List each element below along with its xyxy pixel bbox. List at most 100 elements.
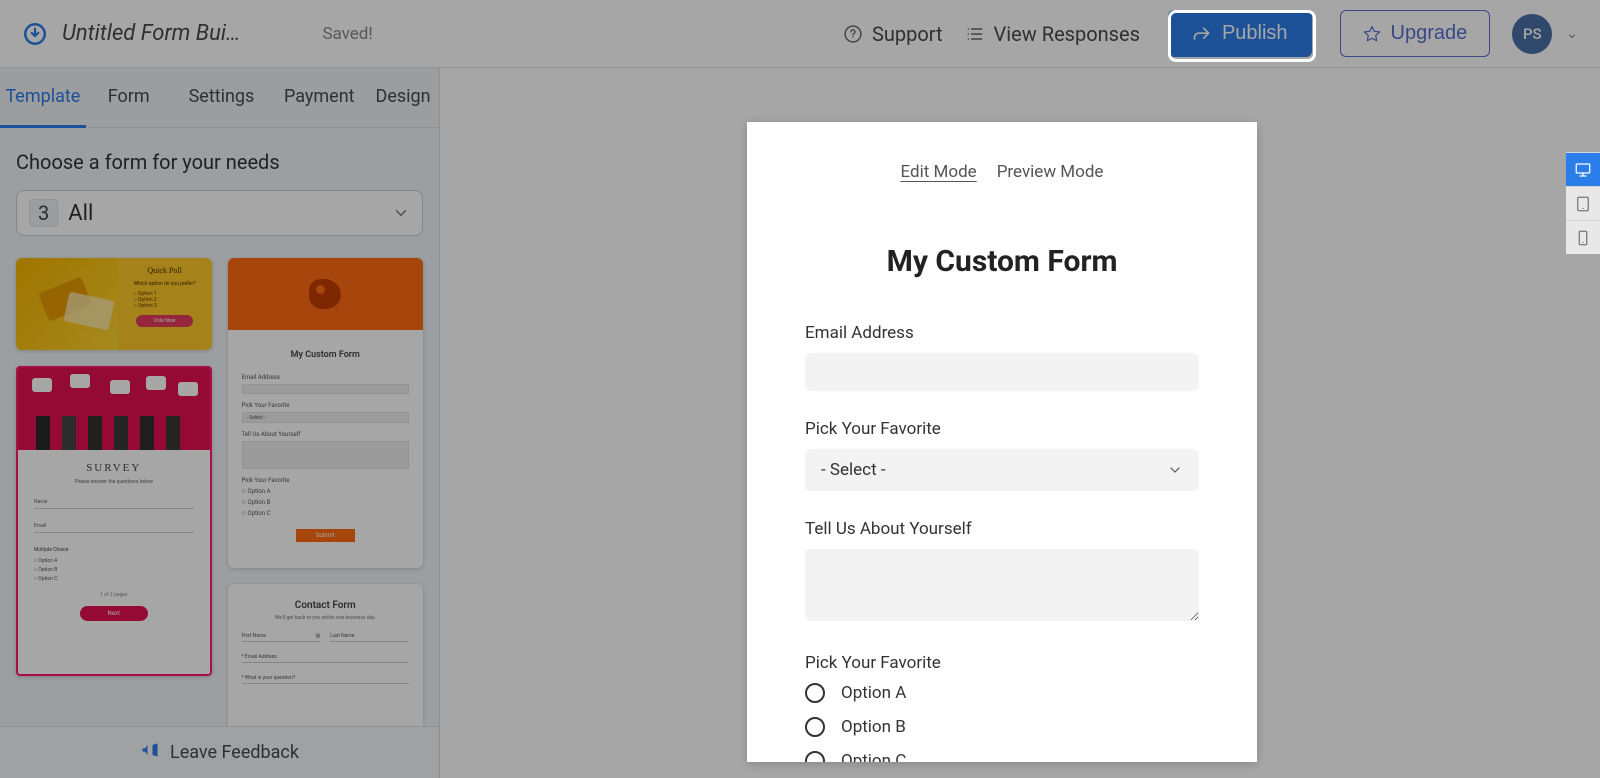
template-card-survey[interactable]: SURVEY Please answer the questions below… — [16, 366, 212, 676]
field-favorite-radio[interactable]: Pick Your Favorite Option A Option B Opt… — [805, 653, 1199, 762]
field-email[interactable]: Email Address — [805, 323, 1199, 391]
tmpl3-radio: Option C — [34, 576, 194, 582]
tmpl1-btn: Vote Now — [136, 315, 194, 327]
template-card-quickpoll[interactable]: Quick Poll Which option do you prefer? O… — [16, 258, 212, 350]
device-desktop[interactable] — [1566, 152, 1600, 186]
tmpl1-q: Which option do you prefer? — [134, 281, 196, 287]
tmpl1-opt: Option 3 — [134, 303, 157, 309]
field-email-label: Email Address — [805, 323, 1199, 343]
field-favorite-label: Pick Your Favorite — [805, 419, 1199, 439]
side-tabs: Template Form Settings Payment Design — [0, 68, 439, 128]
filter-count-badge: 3 — [29, 199, 58, 227]
field-about-label: Tell Us About Yourself — [805, 519, 1199, 539]
select-value: - Select - — [821, 460, 886, 480]
tmpl4-ln: Last Name — [330, 633, 409, 642]
tmpl2-lbl: Tell Us About Yourself — [242, 431, 410, 438]
tmpl3-page: 1 of 2 pages — [34, 592, 194, 598]
side-panel: Template Form Settings Payment Design Ch… — [0, 68, 440, 778]
tmpl3-fld: Name — [34, 499, 194, 509]
desktop-icon — [1574, 161, 1592, 179]
field-favorite2-label: Pick Your Favorite — [805, 653, 1199, 673]
device-switcher — [1566, 152, 1600, 254]
topbar: Untitled Form Bui… Saved! Support View R… — [0, 0, 1600, 68]
mode-edit[interactable]: Edit Mode — [901, 162, 977, 184]
tmpl1-title: Quick Poll — [147, 266, 181, 275]
template-panel: Choose a form for your needs 3 All Quick… — [0, 128, 439, 726]
chevron-down-icon — [392, 204, 410, 222]
mode-tabs: Edit Mode Preview Mode — [747, 162, 1257, 184]
form-canvas: Edit Mode Preview Mode My Custom Form Em… — [747, 122, 1257, 762]
tab-form[interactable]: Form — [86, 68, 172, 127]
tmpl4-fn: First Name — [242, 633, 266, 639]
form-title-editable[interactable]: Untitled Form Bui… — [62, 21, 240, 46]
tmpl2-sel: - Select - — [247, 415, 266, 421]
mode-preview[interactable]: Preview Mode — [997, 162, 1104, 184]
calendar-icon: ▦ — [316, 633, 321, 639]
tmpl3-fld: Email — [34, 523, 194, 533]
tab-payment[interactable]: Payment — [271, 68, 367, 127]
field-about-textarea[interactable] — [805, 549, 1199, 621]
radio-icon — [805, 751, 825, 762]
radio-label: Option C — [841, 751, 906, 762]
publish-highlight-inner: Publish — [1162, 4, 1318, 63]
radio-option-c[interactable]: Option C — [805, 751, 1199, 762]
template-filter-dropdown[interactable]: 3 All — [16, 190, 423, 236]
publish-button[interactable]: Publish — [1168, 10, 1312, 57]
tmpl2-radio: Option B — [242, 498, 410, 506]
radio-option-a[interactable]: Option A — [805, 683, 1199, 703]
app-logo-icon — [22, 21, 48, 47]
support-link[interactable]: Support — [843, 22, 943, 46]
tmpl2-radio: Option C — [242, 509, 410, 517]
megaphone-icon — [140, 740, 160, 765]
feedback-label: Leave Feedback — [170, 742, 299, 763]
tmpl4-email: * Email Address — [242, 654, 410, 663]
tmpl2-radio: Option A — [242, 487, 410, 495]
star-icon — [1363, 25, 1381, 43]
tmpl4-title: Contact Form — [242, 600, 410, 611]
tmpl4-sub: We'll get back to you within one busines… — [242, 615, 410, 621]
tablet-icon — [1574, 195, 1592, 213]
template-card-custom[interactable]: My Custom Form Email Address Pick Your F… — [228, 258, 424, 568]
tab-template[interactable]: Template — [0, 68, 86, 128]
form-heading[interactable]: My Custom Form — [747, 244, 1257, 279]
upgrade-button[interactable]: Upgrade — [1340, 10, 1491, 57]
tmpl2-lbl: Email Address — [242, 374, 410, 381]
tmpl2-title: My Custom Form — [242, 350, 410, 360]
device-mobile[interactable] — [1566, 220, 1600, 254]
view-responses-link[interactable]: View Responses — [965, 22, 1140, 46]
mobile-icon — [1574, 229, 1592, 247]
saved-status: Saved! — [322, 24, 372, 44]
tmpl3-title: SURVEY — [34, 462, 194, 474]
tmpl3-radio: Option B — [34, 567, 194, 573]
upgrade-label: Upgrade — [1391, 22, 1468, 45]
filter-label: All — [68, 201, 93, 226]
radio-option-b[interactable]: Option B — [805, 717, 1199, 737]
list-icon — [965, 24, 985, 44]
tab-settings[interactable]: Settings — [172, 68, 272, 127]
tmpl2-lbl: Pick Your Favorite — [242, 477, 410, 484]
tab-design[interactable]: Design — [367, 68, 439, 127]
device-tablet[interactable] — [1566, 186, 1600, 220]
radio-label: Option A — [841, 683, 906, 703]
tmpl3-radio: Option A — [34, 558, 194, 564]
template-card-contact[interactable]: Contact Form We'll get back to you withi… — [228, 584, 424, 726]
chevron-down-icon — [1167, 462, 1183, 478]
user-avatar[interactable]: PS — [1512, 14, 1552, 54]
field-favorite[interactable]: Pick Your Favorite - Select - — [805, 419, 1199, 491]
tmpl2-lbl: Pick Your Favorite — [242, 402, 410, 409]
share-icon — [1192, 24, 1212, 44]
help-icon — [843, 24, 863, 44]
field-about[interactable]: Tell Us About Yourself — [805, 519, 1199, 625]
radio-icon — [805, 717, 825, 737]
view-responses-label: View Responses — [994, 22, 1140, 46]
field-favorite-select[interactable]: - Select - — [805, 449, 1199, 491]
choose-label: Choose a form for your needs — [16, 150, 423, 174]
tmpl3-next: Next — [80, 606, 148, 621]
radio-label: Option B — [841, 717, 906, 737]
tmpl4-q: * What is your question? — [242, 675, 410, 684]
chevron-down-icon[interactable]: ⌄ — [1566, 26, 1578, 42]
support-label: Support — [872, 22, 943, 46]
field-email-input[interactable] — [805, 353, 1199, 391]
leave-feedback-button[interactable]: Leave Feedback — [0, 726, 439, 778]
tmpl3-sub: Please answer the questions below — [34, 479, 194, 485]
